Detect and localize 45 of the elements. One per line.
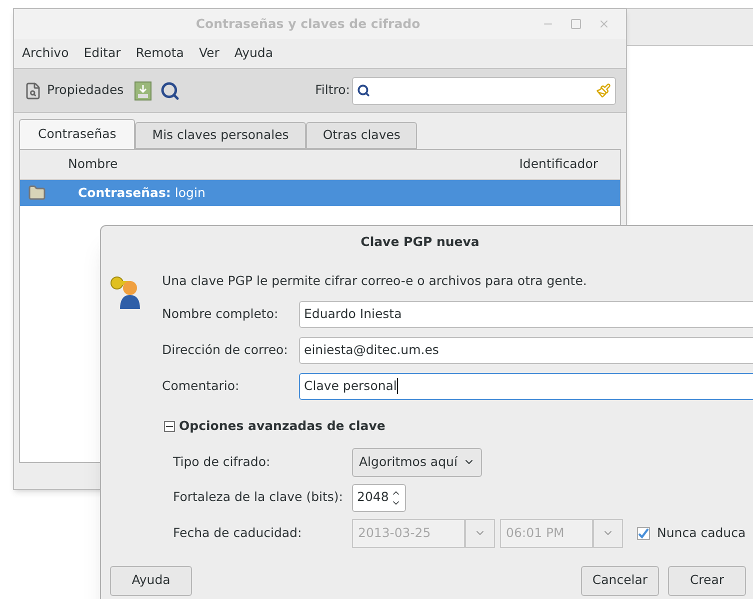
expander-toggle[interactable]: [164, 420, 175, 432]
encryption-dropdown[interactable]: Algoritmos aquí: [352, 448, 482, 476]
folder-icon: [28, 184, 46, 202]
section-heading: Opciones avanzadas de clave: [179, 416, 386, 435]
close-icon[interactable]: [598, 18, 610, 30]
menu-item[interactable]: Remota: [136, 44, 184, 63]
cancel-button[interactable]: Cancelar: [581, 566, 659, 596]
field-label: Comentario:: [162, 376, 240, 395]
checkbox[interactable]: [637, 526, 650, 540]
tab[interactable]: Contraseñas: [19, 119, 136, 149]
window-title: Contraseñas y claves de cifrado: [194, 14, 422, 33]
menu-item[interactable]: Ayuda: [234, 44, 273, 63]
search-icon[interactable]: [160, 80, 180, 100]
tab[interactable]: Mis claves personales: [135, 122, 306, 149]
field-label: Tipo de cifrado:: [173, 452, 272, 471]
input-field[interactable]: einiesta@ditec.um.es: [299, 336, 753, 364]
create-button[interactable]: Crear: [668, 566, 746, 596]
field-label: Fortaleza de la clave (bits):: [173, 488, 344, 506]
spin-field[interactable]: 2048: [352, 484, 406, 512]
column-header[interactable]: Nombre: [68, 155, 520, 174]
dialog-title: Clave PGP nueva: [360, 233, 480, 252]
menu-item[interactable]: Editar: [84, 44, 121, 63]
field-label: Nombre completo:: [162, 304, 280, 323]
export-icon[interactable]: [134, 80, 152, 100]
row-text: Contraseñas: login: [78, 184, 206, 202]
field-label: Dirección de correo:: [162, 340, 289, 359]
help-button[interactable]: Ayuda: [110, 566, 192, 596]
date-dropdown-button[interactable]: [465, 518, 495, 548]
checkbox-label: Nunca caduca: [657, 524, 746, 542]
column-header[interactable]: Identificador: [519, 155, 598, 174]
document-icon: [24, 82, 42, 100]
properties-button[interactable]: Propiedades: [24, 81, 124, 100]
menu-item[interactable]: Archivo: [22, 44, 69, 63]
clear-brush-icon[interactable]: [596, 83, 611, 98]
tab[interactable]: Otras claves: [306, 122, 418, 149]
input-field[interactable]: Clave personal: [299, 372, 753, 400]
filter-field[interactable]: [352, 76, 616, 104]
time-dropdown-button[interactable]: [593, 518, 623, 548]
field-label: Fecha de caducidad:: [173, 524, 303, 542]
search-icon: [357, 84, 370, 97]
input-field[interactable]: Eduardo Iniesta: [299, 300, 753, 328]
intro-text: Una clave PGP le permite cifrar correo-e o archivos para otra gente.: [162, 272, 588, 290]
filter-label: Filtro:: [315, 81, 350, 100]
menu-item[interactable]: Ver: [198, 44, 220, 63]
maximize-icon[interactable]: [570, 18, 582, 30]
